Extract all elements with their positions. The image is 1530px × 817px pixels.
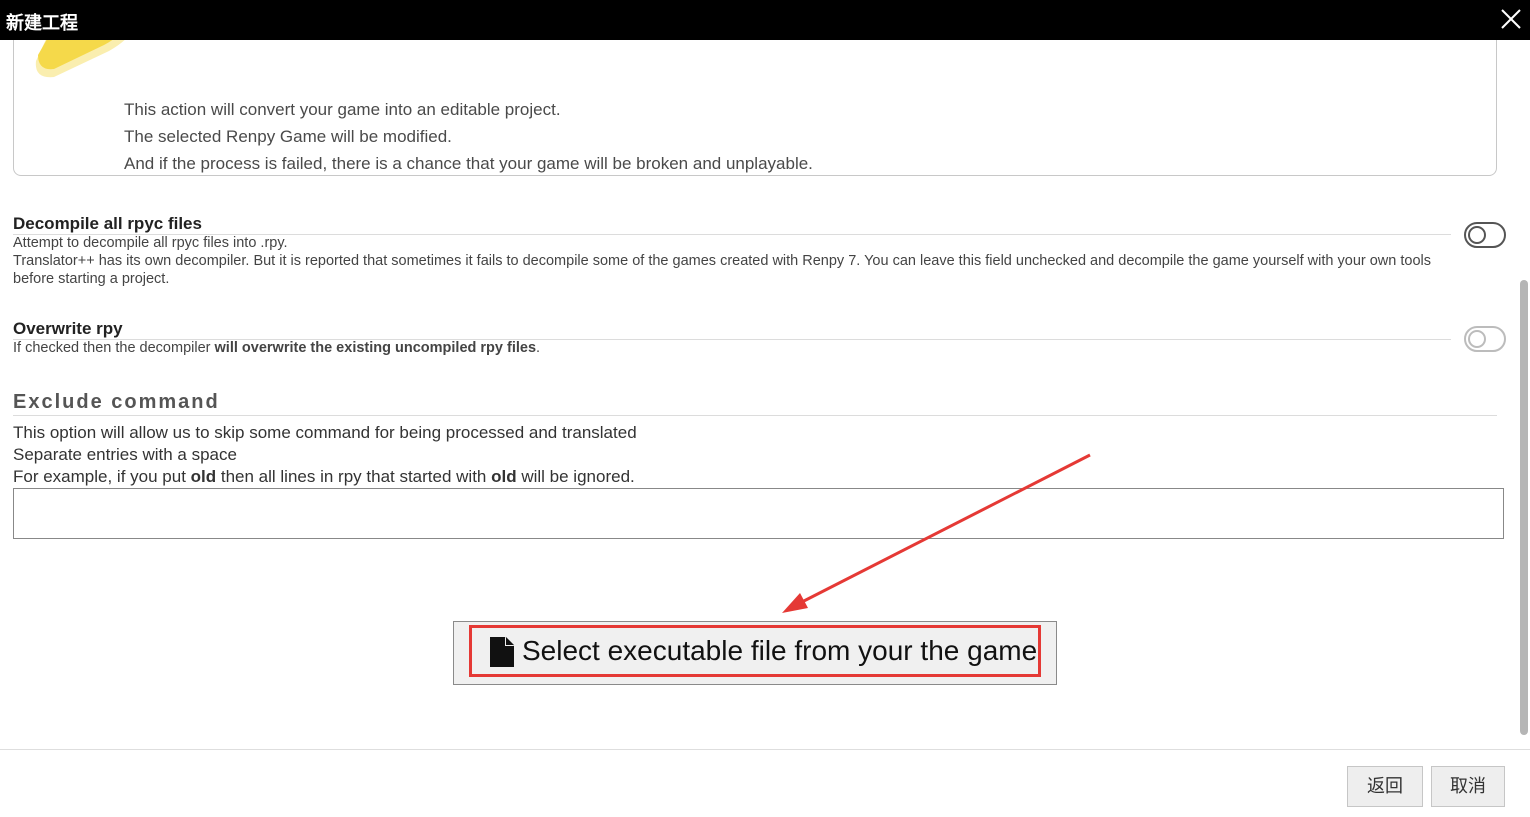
toggle-knob	[1468, 226, 1486, 244]
desc-text: If checked then the decompiler	[13, 340, 215, 356]
option-decompile-desc-1: Attempt to decompile all rpyc files into…	[13, 235, 288, 251]
cancel-button[interactable]: 取消	[1431, 766, 1505, 807]
option-overwrite-desc: If checked then the decompiler will over…	[13, 339, 1443, 357]
select-executable-label: Select executable file from your the gam…	[522, 635, 1038, 666]
option-overwrite: Overwrite rpy If checked then the decomp…	[13, 319, 1506, 357]
warning-line-3: And if the process is failed, there is a…	[124, 154, 813, 173]
exclude-section-title: Exclude command	[13, 391, 220, 413]
dialog-footer: 返回 取消	[0, 749, 1530, 817]
desc-text: will be ignored.	[516, 467, 635, 486]
decompile-toggle[interactable]	[1464, 222, 1506, 248]
option-overwrite-title: Overwrite rpy	[13, 319, 123, 338]
select-executable-button[interactable]: Select executable file from your the gam…	[453, 621, 1057, 685]
desc-bold-text: old	[491, 467, 517, 486]
warning-line-1: This action will convert your game into …	[124, 100, 561, 119]
divider	[13, 234, 1451, 235]
warning-icon	[34, 40, 144, 81]
exclude-command-input[interactable]	[13, 488, 1504, 539]
exclude-desc-3: For example, if you put old then all lin…	[13, 467, 635, 487]
window-title: 新建工程	[6, 13, 78, 34]
warning-box: This action will convert your game into …	[13, 40, 1497, 176]
dialog-content: This action will convert your game into …	[0, 40, 1530, 749]
close-icon[interactable]	[1500, 8, 1522, 30]
desc-bold-text: will overwrite the existing uncompiled r…	[214, 340, 537, 356]
option-decompile: Decompile all rpyc files Attempt to deco…	[13, 214, 1506, 288]
desc-text: then all lines in rpy that started with	[216, 467, 492, 486]
option-decompile-desc-2: Translator++ has its own decompiler. But…	[13, 253, 1431, 287]
overwrite-toggle[interactable]	[1464, 326, 1506, 352]
desc-text: .	[536, 340, 541, 356]
option-decompile-title: Decompile all rpyc files	[13, 214, 202, 233]
exclude-desc-1: This option will allow us to skip some c…	[13, 423, 637, 442]
scrollbar[interactable]	[1520, 280, 1528, 735]
desc-text: For example, if you put	[13, 467, 191, 486]
back-button[interactable]: 返回	[1347, 766, 1423, 807]
divider	[13, 339, 1451, 340]
warning-line-2: The selected Renpy Game will be modified…	[124, 127, 452, 146]
desc-bold-text: old	[190, 467, 217, 486]
toggle-knob	[1468, 330, 1486, 348]
title-bar: 新建工程	[0, 0, 1530, 40]
exclude-desc-2: Separate entries with a space	[13, 445, 237, 464]
divider	[13, 415, 1497, 416]
file-icon	[490, 637, 514, 667]
